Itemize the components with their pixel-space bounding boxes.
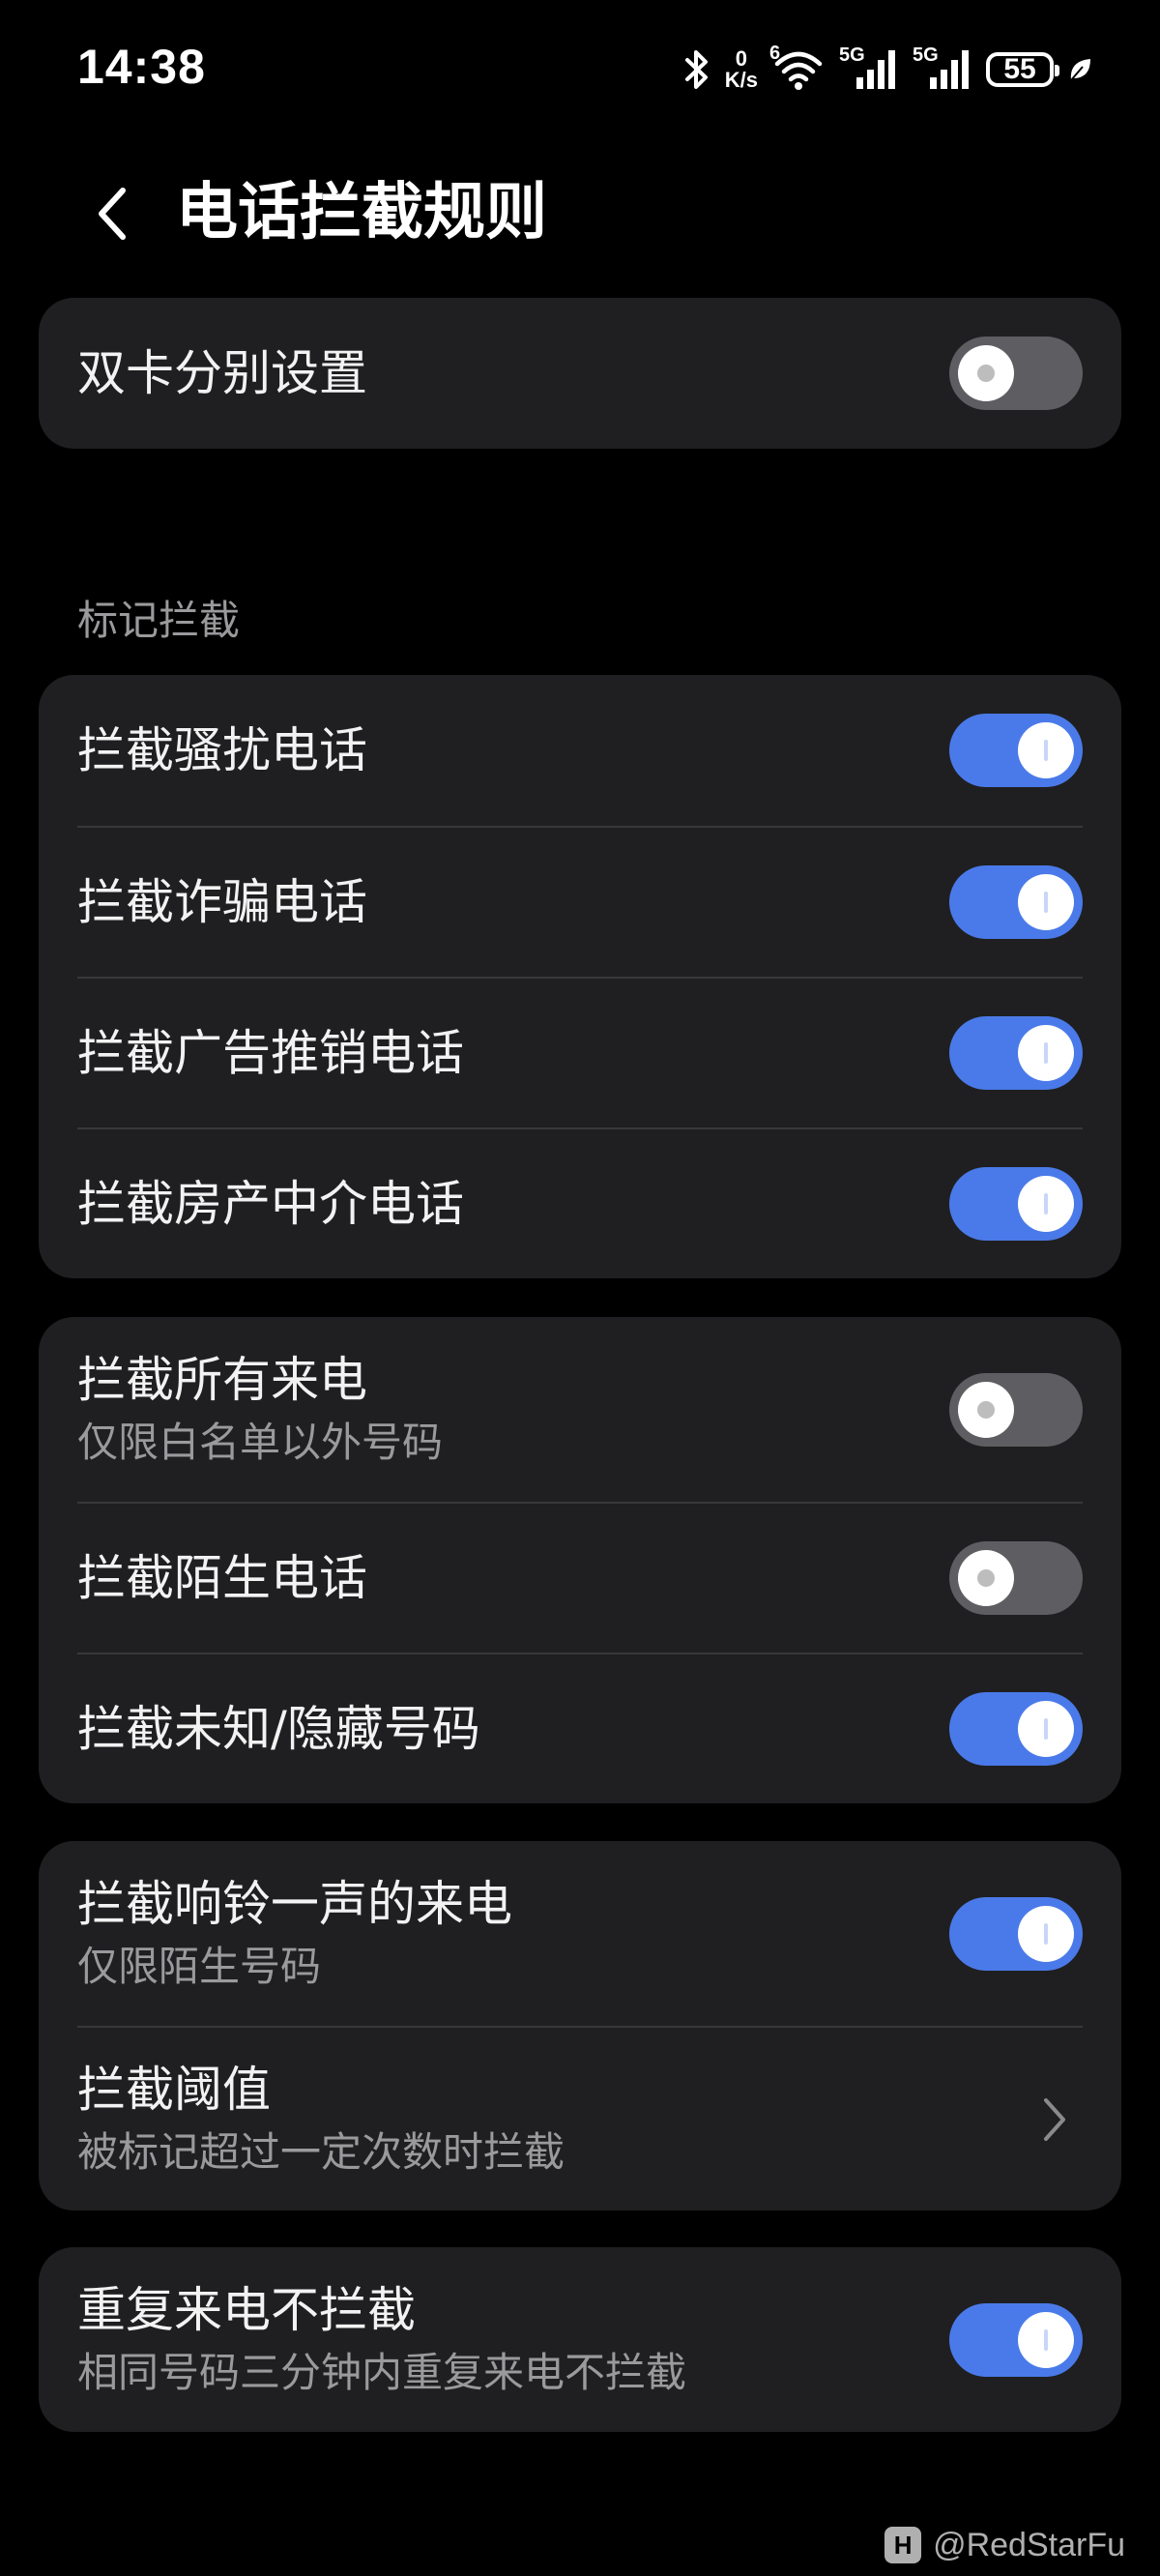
net-speed-value: 0: [735, 46, 747, 71]
block-threshold-row[interactable]: 拦截阈值 被标记超过一定次数时拦截: [77, 2026, 1083, 2210]
block-one-ring-sub: 仅限陌生号码: [77, 1942, 322, 1990]
status-icons: 0 K/s 6 5G 5G 55: [682, 43, 1092, 97]
block-unknown-label: 拦截未知/隐藏号码: [77, 1701, 480, 1757]
block-realestate-row[interactable]: 拦截房产中介电话: [77, 1127, 1083, 1278]
signal-icon: 5G: [913, 44, 972, 91]
block-realestate-toggle[interactable]: [949, 1167, 1083, 1241]
bluetooth-icon: [682, 48, 711, 91]
status-time: 14:38: [77, 40, 206, 94]
dual-sim-label: 双卡分别设置: [77, 345, 367, 401]
block-all-calls-toggle[interactable]: [949, 1372, 1083, 1447]
mark-block-card: 拦截骚扰电话 拦截诈骗电话 拦截广告推销电话 拦截房产中介电话: [39, 675, 1121, 1278]
block-harassment-row[interactable]: 拦截骚扰电话: [77, 675, 1083, 826]
block-strangers-label: 拦截陌生电话: [77, 1550, 367, 1606]
block-fraud-toggle[interactable]: [949, 865, 1083, 939]
block-harassment-toggle[interactable]: [949, 714, 1083, 787]
call-block-card: 拦截所有来电 仅限白名单以外号码 拦截陌生电话 拦截未知/隐藏号码: [39, 1317, 1121, 1803]
block-unknown-toggle[interactable]: [949, 1692, 1083, 1766]
back-button[interactable]: [77, 180, 145, 248]
block-threshold-sub: 被标记超过一定次数时拦截: [77, 2127, 566, 2176]
dual-sim-card: 双卡分别设置: [39, 298, 1121, 449]
repeat-call-card: 重复来电不拦截 相同号码三分钟内重复来电不拦截: [39, 2247, 1121, 2432]
dual-sim-toggle[interactable]: [949, 337, 1083, 410]
block-one-ring-row[interactable]: 拦截响铃一声的来电 仅限陌生号码: [77, 1841, 1083, 2026]
block-unknown-row[interactable]: 拦截未知/隐藏号码: [77, 1653, 1083, 1803]
chevron-left-icon: [99, 188, 126, 240]
wifi-icon: 6: [769, 43, 826, 91]
battery-icon: 55: [986, 52, 1059, 87]
block-all-calls-label: 拦截所有来电: [77, 1351, 367, 1408]
section-label-mark-block: 标记拦截: [77, 597, 241, 644]
repeat-call-sub: 相同号码三分钟内重复来电不拦截: [77, 2348, 687, 2396]
header: 电话拦截规则: [0, 155, 1160, 271]
watermark: H @RedStarFu: [884, 2522, 1125, 2568]
signal-label: 5G: [839, 44, 865, 66]
repeat-call-label: 重复来电不拦截: [77, 2281, 416, 2338]
block-ads-toggle[interactable]: [949, 1016, 1083, 1090]
leaf-icon: [1067, 55, 1092, 84]
signal-label: 5G: [913, 44, 939, 66]
battery-level: 55: [1003, 53, 1036, 85]
block-strangers-toggle[interactable]: [949, 1541, 1083, 1615]
watermark-logo-icon: H: [884, 2527, 922, 2563]
page-title: 电话拦截规则: [176, 177, 547, 249]
repeat-call-row[interactable]: 重复来电不拦截 相同号码三分钟内重复来电不拦截: [77, 2247, 1083, 2432]
wifi-label: 6: [769, 43, 781, 64]
net-speed-unit: K/s: [724, 68, 758, 92]
block-strangers-row[interactable]: 拦截陌生电话: [77, 1502, 1083, 1653]
block-one-ring-toggle[interactable]: [949, 1896, 1083, 1971]
repeat-call-toggle[interactable]: [949, 2302, 1083, 2377]
block-threshold-label: 拦截阈值: [77, 2061, 271, 2118]
block-ads-row[interactable]: 拦截广告推销电话: [77, 977, 1083, 1127]
chevron-right-icon: [1044, 2097, 1065, 2141]
signal-icon: 5G: [839, 44, 899, 91]
block-fraud-row[interactable]: 拦截诈骗电话: [77, 826, 1083, 977]
block-ads-label: 拦截广告推销电话: [77, 1025, 464, 1081]
watermark-text: @RedStarFu: [933, 2526, 1125, 2563]
block-realestate-label: 拦截房产中介电话: [77, 1176, 464, 1232]
block-one-ring-label: 拦截响铃一声的来电: [77, 1875, 512, 1932]
block-all-calls-row[interactable]: 拦截所有来电 仅限白名单以外号码: [77, 1317, 1083, 1502]
dual-sim-row[interactable]: 双卡分别设置: [77, 298, 1083, 449]
ring-block-card: 拦截响铃一声的来电 仅限陌生号码 拦截阈值 被标记超过一定次数时拦截: [39, 1841, 1121, 2210]
net-speed: 0 K/s: [725, 48, 758, 91]
block-harassment-label: 拦截骚扰电话: [77, 722, 367, 778]
block-fraud-label: 拦截诈骗电话: [77, 874, 367, 930]
status-bar: 14:38 0 K/s 6 5G 5G 55: [0, 0, 1160, 135]
block-all-calls-sub: 仅限白名单以外号码: [77, 1418, 444, 1466]
